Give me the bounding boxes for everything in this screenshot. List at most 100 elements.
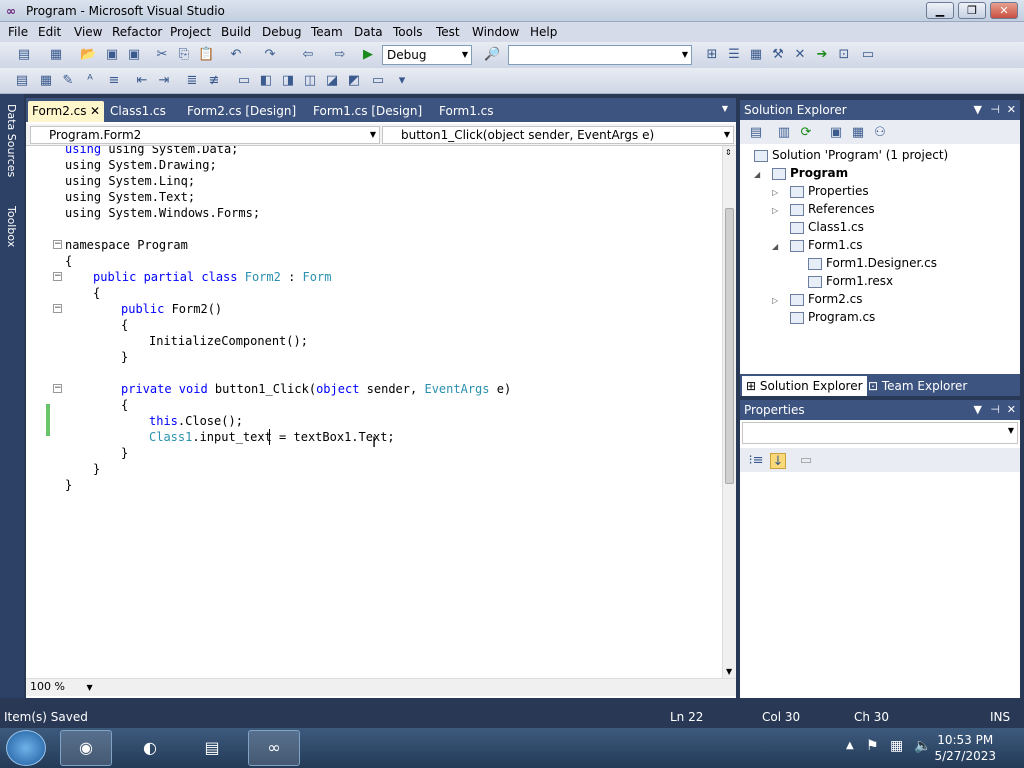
next-bookmark-folder-icon[interactable]: ◪ [324, 73, 340, 89]
cut-icon[interactable]: ✂ [154, 47, 170, 63]
type-navigation-select[interactable]: Program.Form2 ▼ [30, 126, 380, 144]
tree-project[interactable]: Program [772, 164, 848, 182]
firefox-taskbar-icon[interactable]: ◐ [124, 730, 176, 766]
horizontal-scrollbar[interactable] [26, 678, 736, 696]
property-pages-icon[interactable]: ▭ [798, 453, 814, 469]
maximize-button[interactable]: ❐ [958, 2, 986, 19]
paste-icon[interactable]: 📋 [198, 47, 214, 63]
start-button[interactable] [6, 730, 46, 766]
copy-icon[interactable]: ⎘ [176, 47, 192, 63]
increase-indent-icon[interactable]: ⇥ [156, 73, 172, 89]
navigate-forward-icon[interactable]: ⇨ [332, 47, 348, 63]
clear-bookmarks-icon[interactable]: ◩ [346, 73, 362, 89]
window-position-icon[interactable]: ▼ [974, 100, 982, 120]
display-parameter-info-icon[interactable]: ▦ [38, 73, 54, 89]
menu-project[interactable]: Project [170, 24, 211, 40]
close-button[interactable]: ✕ [990, 2, 1018, 19]
display-word-completion-icon[interactable]: ᴬ [82, 73, 98, 89]
navigate-backward-icon[interactable]: ⇦ [300, 47, 316, 63]
object-browser-icon[interactable]: ▦ [748, 47, 764, 63]
scroll-thumb[interactable] [725, 208, 734, 484]
member-navigation-select[interactable]: button1_Click(object sender, EventArgs e… [382, 126, 734, 144]
window-position-icon[interactable]: ▼ [974, 400, 982, 420]
save-all-icon[interactable]: ▣ [126, 47, 142, 63]
pin-icon[interactable]: ⊣ [990, 100, 1000, 120]
menu-data[interactable]: Data [354, 24, 383, 40]
clock[interactable]: 10:53 PM 5/27/2023 [934, 732, 996, 764]
uncomment-icon[interactable]: ≢ [206, 73, 222, 89]
collapse-region-icon[interactable]: − [53, 272, 62, 281]
redo-icon[interactable]: ↷ [262, 47, 278, 63]
menu-team[interactable]: Team [311, 24, 343, 40]
solution-configuration-select[interactable]: Debug ▼ [382, 45, 472, 65]
collapse-region-icon[interactable]: − [53, 240, 62, 249]
menu-refactor[interactable]: Refactor [112, 24, 162, 40]
close-icon[interactable]: ✕ [1007, 400, 1016, 420]
tab-form2-design[interactable]: Form2.cs [Design] [183, 101, 300, 122]
display-quick-info-icon[interactable]: ✎ [60, 73, 76, 89]
menu-tools[interactable]: Tools [393, 24, 423, 40]
explorer-taskbar-icon[interactable]: ▤ [186, 730, 238, 766]
comment-out-icon[interactable]: ≣ [184, 73, 200, 89]
expanded-arrow-icon[interactable]: ◢ [754, 170, 760, 179]
next-bookmark-icon[interactable]: ◨ [280, 73, 296, 89]
add-item-icon[interactable]: ▦ [48, 47, 64, 63]
tab-solution-explorer[interactable]: ⊞ Solution Explorer [742, 376, 867, 396]
toolbox-tab[interactable]: Toolbox [2, 206, 20, 247]
zoom-select[interactable]: 100 % ▼ [30, 680, 93, 695]
decrease-indent-icon[interactable]: ⇤ [134, 73, 150, 89]
start-page-icon[interactable]: ➔ [814, 47, 830, 63]
find-in-files-icon[interactable]: 🔎 [484, 47, 500, 63]
view-designer-icon[interactable]: ▦ [850, 125, 866, 141]
toolbar-options-icon[interactable]: ▾ [394, 73, 410, 89]
collapse-region-icon[interactable]: − [53, 304, 62, 313]
start-debugging-icon[interactable]: ▶ [360, 47, 376, 63]
view-class-diagram-icon[interactable]: ⚇ [872, 125, 888, 141]
team-explorer-icon[interactable]: ⊡ [836, 47, 852, 63]
refresh-icon[interactable]: ⟳ [798, 125, 814, 141]
properties-icon[interactable]: ▤ [748, 125, 764, 141]
menu-test[interactable]: Test [436, 24, 460, 40]
bookmark-window-icon[interactable]: ▭ [370, 73, 386, 89]
show-all-files-icon[interactable]: ▥ [776, 125, 792, 141]
find-combo[interactable]: ▼ [508, 45, 692, 65]
menu-view[interactable]: View [74, 24, 102, 40]
pin-icon[interactable]: ⊣ [990, 400, 1000, 420]
tree-item-program[interactable]: Program.cs [790, 308, 875, 326]
categorized-icon[interactable]: ⁝≡ [748, 453, 764, 469]
command-window-icon[interactable]: ▭ [860, 47, 876, 63]
tree-item-form1[interactable]: Form1.cs [790, 236, 863, 254]
action-center-icon[interactable]: ⚑ [866, 738, 879, 754]
collapsed-arrow-icon[interactable]: ▷ [772, 296, 778, 305]
tree-item-class1[interactable]: Class1.cs [790, 218, 864, 236]
alphabetical-icon[interactable]: ↓ [770, 453, 786, 469]
tree-item-form1-resx[interactable]: Form1.resx [808, 272, 893, 290]
tab-form1-cs[interactable]: Form1.cs [435, 101, 498, 122]
open-file-icon[interactable]: 📂 [80, 47, 96, 63]
show-hidden-icons-icon[interactable]: ▲ [846, 740, 854, 751]
tree-solution[interactable]: Solution 'Program' (1 project) [754, 146, 948, 164]
volume-icon[interactable]: 🔈 [914, 738, 931, 754]
tab-form1-design[interactable]: Form1.cs [Design] [309, 101, 426, 122]
chrome-taskbar-icon[interactable]: ◉ [60, 730, 112, 766]
tree-item-references[interactable]: References [790, 200, 875, 218]
code-editor[interactable]: using using System.Data; using System.Dr… [26, 146, 722, 678]
list-icon[interactable]: ≡ [106, 73, 122, 89]
previous-bookmark-folder-icon[interactable]: ◫ [302, 73, 318, 89]
display-object-member-list-icon[interactable]: ▤ [14, 73, 30, 89]
collapsed-arrow-icon[interactable]: ▷ [772, 188, 778, 197]
menu-edit[interactable]: Edit [38, 24, 61, 40]
collapsed-arrow-icon[interactable]: ▷ [772, 206, 778, 215]
close-icon[interactable]: ✕ [90, 101, 100, 122]
scroll-down-icon[interactable]: ▼ [726, 667, 732, 676]
menu-build[interactable]: Build [221, 24, 251, 40]
menu-window[interactable]: Window [472, 24, 519, 40]
tree-item-properties[interactable]: Properties [790, 182, 869, 200]
previous-bookmark-icon[interactable]: ◧ [258, 73, 274, 89]
solution-explorer-icon[interactable]: ⊞ [704, 47, 720, 63]
toggle-bookmark-icon[interactable]: ▭ [236, 73, 252, 89]
tab-form2-cs[interactable]: Form2.cs ✕ [28, 101, 104, 122]
tree-item-form1-designer[interactable]: Form1.Designer.cs [808, 254, 937, 272]
save-icon[interactable]: ▣ [104, 47, 120, 63]
new-project-icon[interactable]: ▤ [16, 47, 32, 63]
